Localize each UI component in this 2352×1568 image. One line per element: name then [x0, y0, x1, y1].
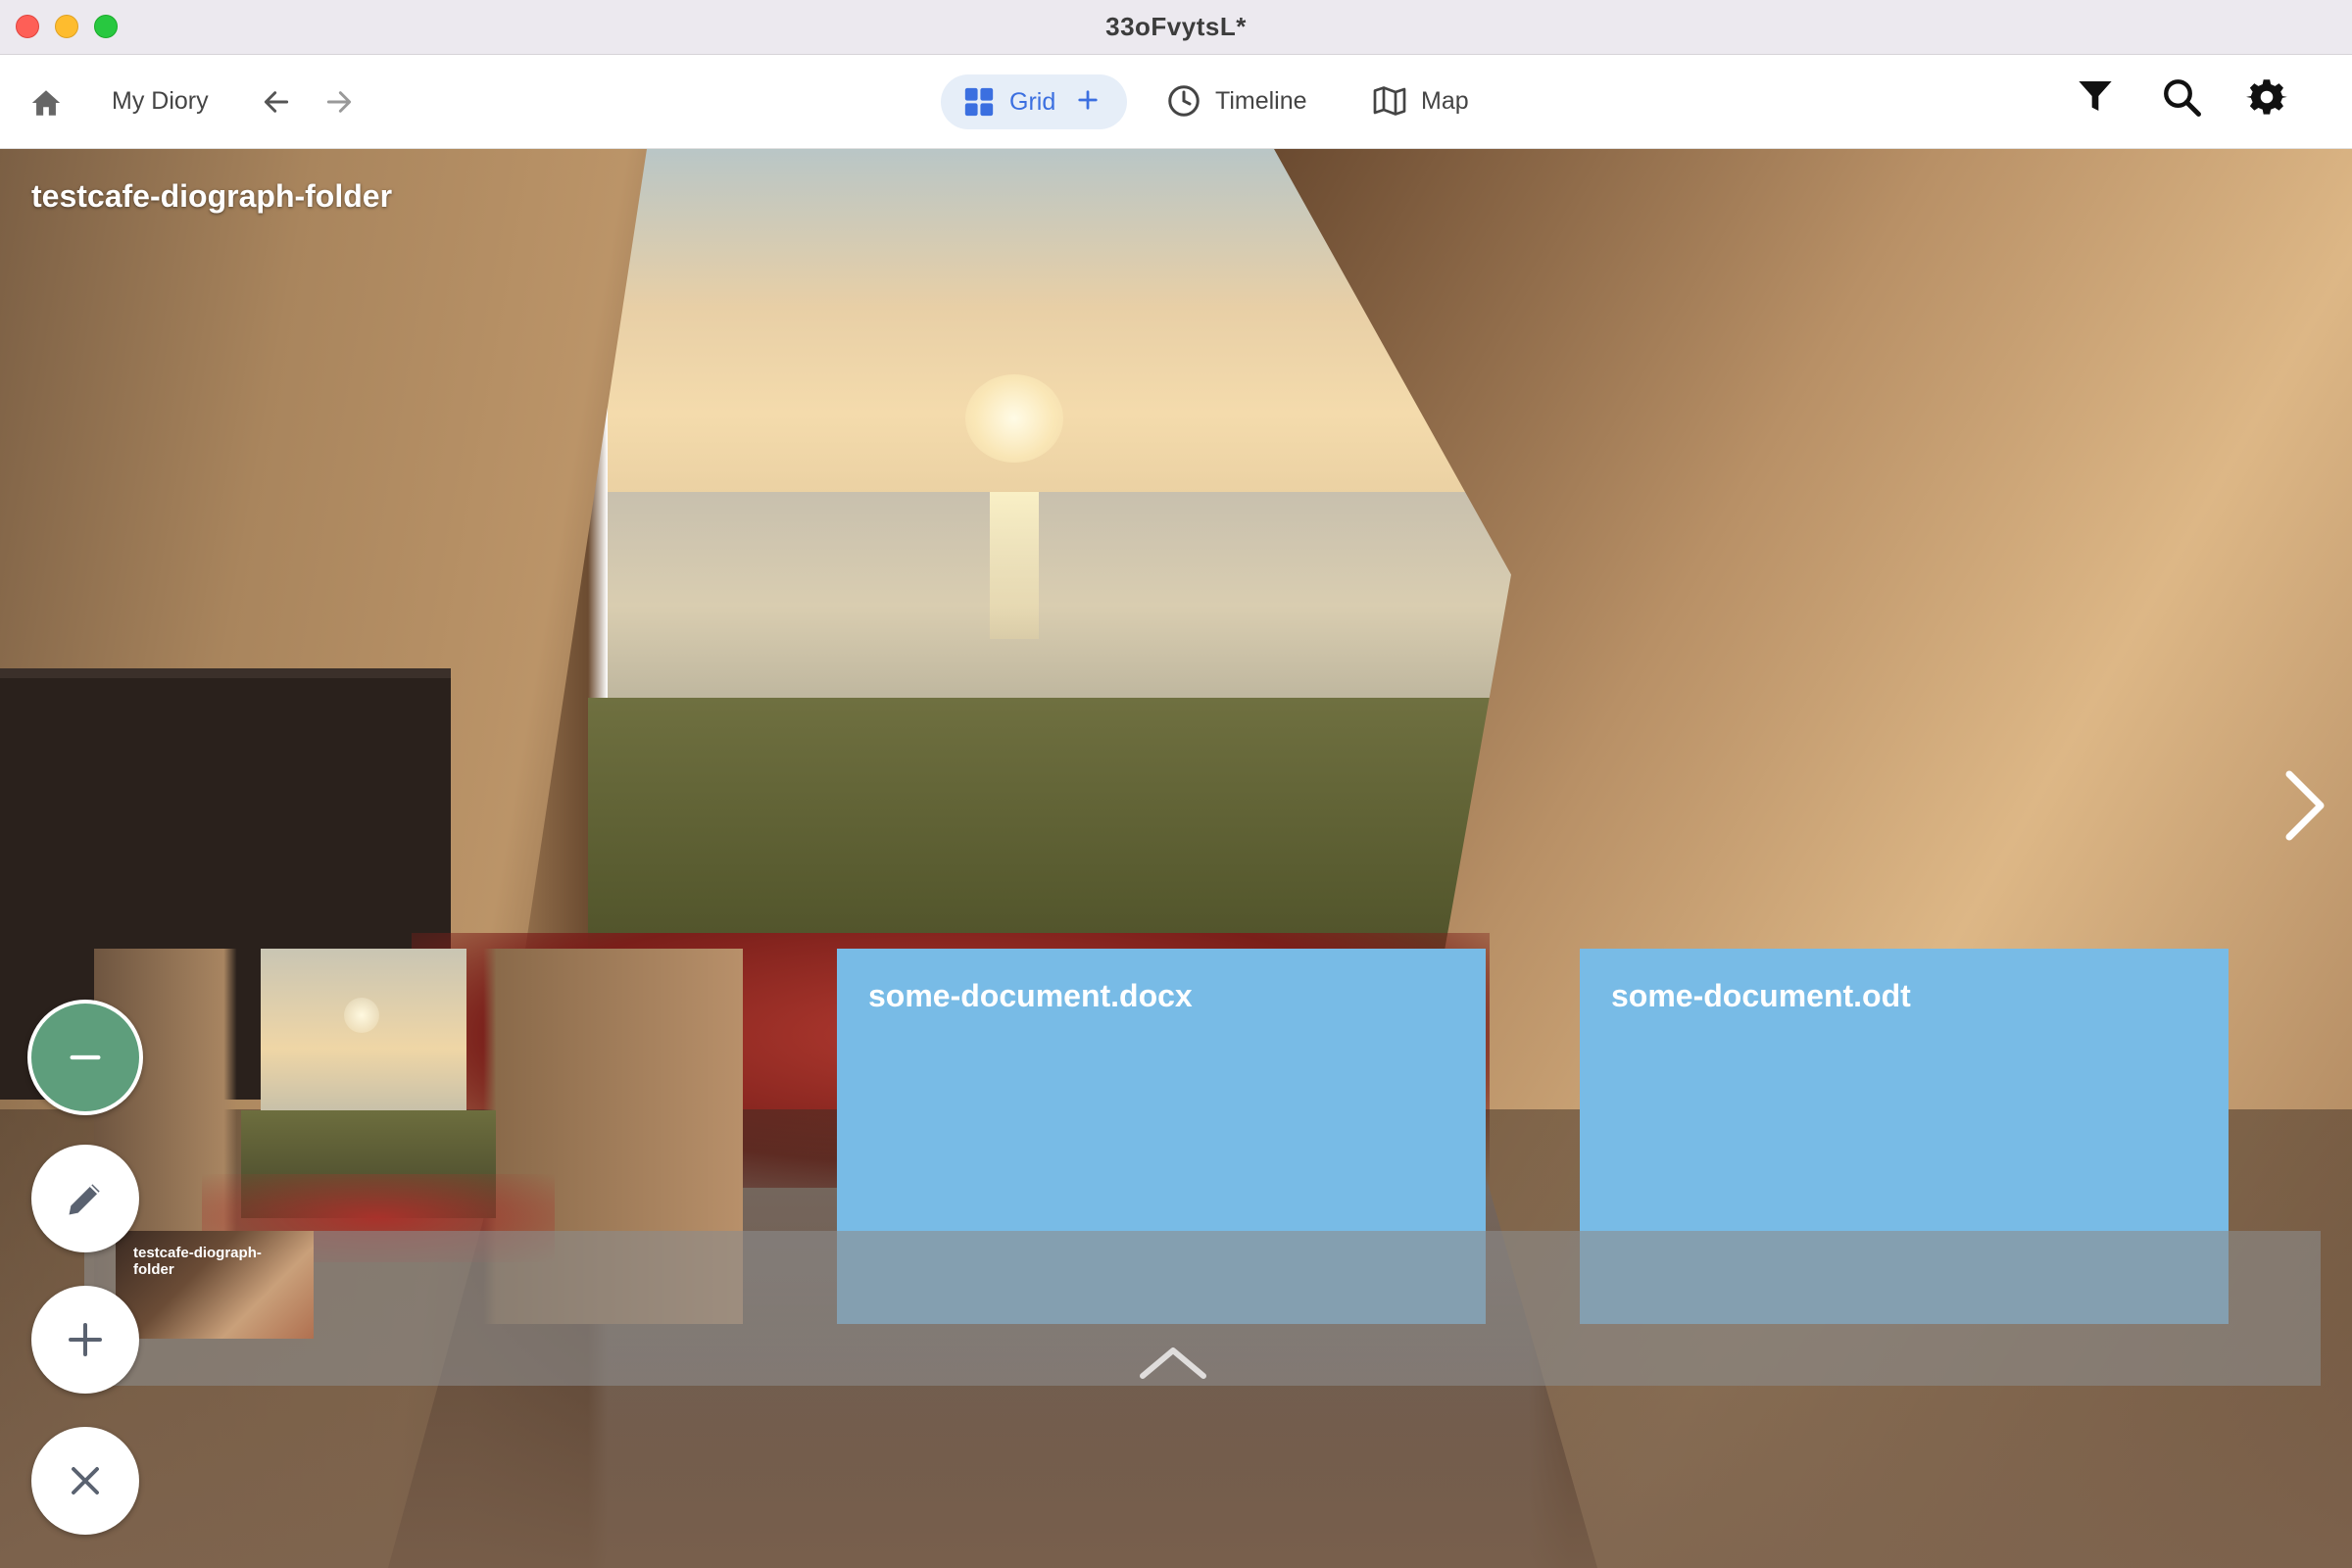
zoom-window-button[interactable] — [94, 15, 118, 38]
add-button[interactable] — [31, 1286, 139, 1394]
card-title: some-document.docx — [868, 978, 1193, 1013]
tab-grid[interactable]: Grid — [941, 74, 1127, 129]
home-icon — [31, 90, 61, 116]
forward-button[interactable] — [323, 85, 357, 119]
window-title: 33oFvytsL* — [1105, 12, 1247, 41]
arrow-left-icon — [264, 91, 289, 113]
tab-map[interactable]: Map — [1372, 83, 1469, 119]
tab-timeline[interactable]: Timeline — [1166, 83, 1307, 119]
search-button[interactable] — [2161, 75, 2204, 119]
window-titlebar: 33oFvytsL* — [0, 0, 2352, 55]
edit-button[interactable] — [31, 1145, 139, 1252]
filter-button[interactable] — [2076, 75, 2117, 117]
tray-thumbnail-label: testcafe-diograph-folder — [133, 1245, 262, 1278]
expand-tray-button[interactable] — [1137, 1343, 1209, 1382]
filter-icon — [2079, 81, 2112, 111]
grid-icon — [964, 87, 994, 117]
home-button[interactable] — [29, 85, 65, 121]
minus-icon — [70, 1054, 101, 1060]
tab-timeline-label: Timeline — [1215, 86, 1307, 115]
settings-button[interactable] — [2246, 75, 2289, 119]
plus-icon — [1078, 90, 1098, 110]
gear-icon — [2246, 79, 2287, 115]
minimize-window-button[interactable] — [55, 15, 78, 38]
grid-add-button[interactable] — [1077, 85, 1099, 119]
chevron-up-icon — [1140, 1348, 1206, 1379]
chevron-right-icon — [2285, 770, 2325, 841]
arrow-right-icon — [326, 91, 352, 113]
card-photo-sun — [344, 998, 379, 1033]
my-diory-link[interactable]: My Diory — [112, 87, 209, 116]
close-window-button[interactable] — [16, 15, 39, 38]
background-photo-sun — [965, 374, 1063, 463]
toolbar: My Diory Grid Timeline Map — [0, 56, 2352, 149]
collapse-button[interactable] — [27, 1000, 143, 1115]
tab-grid-label: Grid — [1009, 87, 1056, 116]
tray-thumbnail[interactable]: testcafe-diograph-folder — [116, 1231, 314, 1339]
clock-icon — [1168, 85, 1200, 117]
close-button[interactable] — [31, 1427, 139, 1535]
card-title: some-document.odt — [1611, 978, 1911, 1013]
next-button[interactable] — [2274, 766, 2332, 845]
window-controls — [16, 15, 118, 38]
tab-map-label: Map — [1421, 86, 1469, 115]
plus-icon — [69, 1323, 102, 1356]
background-photo-reflection — [990, 492, 1039, 639]
back-button[interactable] — [261, 85, 294, 119]
map-icon — [1373, 86, 1406, 116]
search-icon — [2164, 79, 2201, 117]
close-icon — [72, 1467, 99, 1494]
page-title: testcafe-diograph-folder — [31, 178, 393, 214]
pencil-icon — [69, 1184, 100, 1215]
